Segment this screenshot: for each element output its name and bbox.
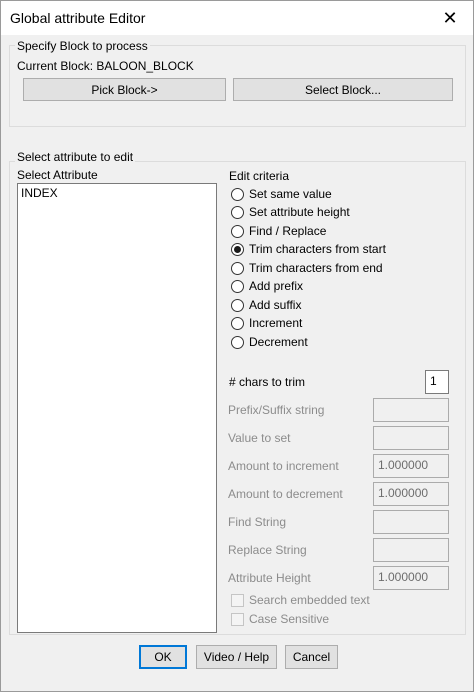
radio-circle — [231, 316, 244, 330]
amount-to-decrement-input[interactable]: 1.000000 — [373, 482, 449, 506]
radio-add-prefix[interactable]: Add prefix — [231, 279, 303, 293]
attribute-listbox[interactable]: INDEX — [17, 183, 217, 633]
cancel-button[interactable]: Cancel — [285, 645, 338, 669]
search-embedded-text-checkbox[interactable]: Search embedded text — [231, 593, 370, 607]
prefix-suffix-label: Prefix/Suffix string — [228, 403, 325, 417]
replace-string-input[interactable] — [373, 538, 449, 562]
replace-string-label: Replace String — [228, 543, 307, 557]
title-bar: Global attribute Editor ✕ — [1, 1, 473, 35]
radio-add-suffix[interactable]: Add suffix — [231, 298, 301, 312]
checkbox-box — [231, 612, 244, 626]
radio-label: Increment — [249, 316, 303, 330]
prefix-suffix-input[interactable] — [373, 398, 449, 422]
radio-circle — [231, 261, 244, 275]
radio-circle — [231, 279, 244, 293]
find-string-input[interactable] — [373, 510, 449, 534]
cancel-button-label: Cancel — [292, 650, 331, 664]
current-block-label: Current Block: BALOON_BLOCK — [17, 59, 194, 73]
dialog-body: Specify Block to process Current Block: … — [1, 35, 473, 691]
close-icon: ✕ — [442, 7, 458, 28]
radio-set-same-value[interactable]: Set same value — [231, 187, 332, 201]
radio-trim-characters-from-start[interactable]: Trim characters from start — [231, 242, 386, 256]
amount-to-decrement-label: Amount to decrement — [228, 487, 343, 501]
checkbox-box — [231, 593, 244, 607]
video-help-button[interactable]: Video / Help — [196, 645, 277, 669]
radio-circle — [231, 187, 244, 201]
find-string-label: Find String — [228, 515, 287, 529]
attribute-list-item[interactable]: INDEX — [21, 186, 213, 201]
window-title: Global attribute Editor — [10, 10, 146, 26]
chars-to-trim-input[interactable]: 1 — [425, 370, 449, 394]
ok-button[interactable]: OK — [139, 645, 187, 669]
radio-label: Add suffix — [249, 298, 302, 312]
radio-circle — [231, 205, 244, 219]
amount-to-increment-label: Amount to increment — [228, 459, 339, 473]
radio-circle-selected — [231, 242, 244, 256]
radio-find-replace[interactable]: Find / Replace — [231, 224, 326, 238]
chars-to-trim-label: # chars to trim — [229, 375, 306, 389]
radio-dot — [234, 245, 241, 253]
value-to-set-label: Value to set — [228, 431, 291, 445]
radio-circle — [231, 298, 244, 312]
select-block-button[interactable]: Select Block... — [233, 78, 453, 101]
radio-circle — [231, 335, 244, 349]
ok-button-label: OK — [154, 650, 172, 664]
radio-label: Set attribute height — [249, 205, 350, 219]
radio-trim-characters-from-end[interactable]: Trim characters from end — [231, 261, 383, 275]
checkbox-label: Search embedded text — [249, 593, 370, 607]
radio-label: Find / Replace — [249, 224, 327, 238]
checkbox-label: Case Sensitive — [249, 612, 330, 626]
video-help-button-label: Video / Help — [203, 650, 270, 664]
case-sensitive-checkbox[interactable]: Case Sensitive — [231, 612, 329, 626]
radio-decrement[interactable]: Decrement — [231, 335, 308, 349]
pick-block-button-label: Pick Block-> — [91, 82, 158, 97]
radio-label: Add prefix — [249, 279, 304, 293]
radio-label: Set same value — [249, 187, 332, 201]
radio-label: Trim characters from end — [249, 261, 383, 275]
radio-increment[interactable]: Increment — [231, 316, 302, 330]
attribute-height-input[interactable]: 1.000000 — [373, 566, 449, 590]
radio-circle — [231, 224, 244, 238]
attribute-height-label: Attribute Height — [228, 571, 311, 585]
radio-label: Decrement — [249, 335, 308, 349]
pick-block-button[interactable]: Pick Block-> — [23, 78, 226, 101]
select-attribute-label: Select Attribute — [17, 168, 98, 182]
amount-to-increment-input[interactable]: 1.000000 — [373, 454, 449, 478]
attribute-group-legend: Select attribute to edit — [15, 150, 136, 164]
block-group-legend: Specify Block to process — [15, 39, 150, 53]
edit-criteria-legend: Edit criteria — [229, 169, 290, 183]
select-block-button-label: Select Block... — [304, 82, 382, 97]
close-button[interactable]: ✕ — [427, 1, 473, 35]
radio-set-attribute-height[interactable]: Set attribute height — [231, 205, 350, 219]
radio-label: Trim characters from start — [249, 242, 386, 256]
global-attribute-editor-dialog: Global attribute Editor ✕ Specify Block … — [0, 0, 474, 692]
value-to-set-input[interactable] — [373, 426, 449, 450]
